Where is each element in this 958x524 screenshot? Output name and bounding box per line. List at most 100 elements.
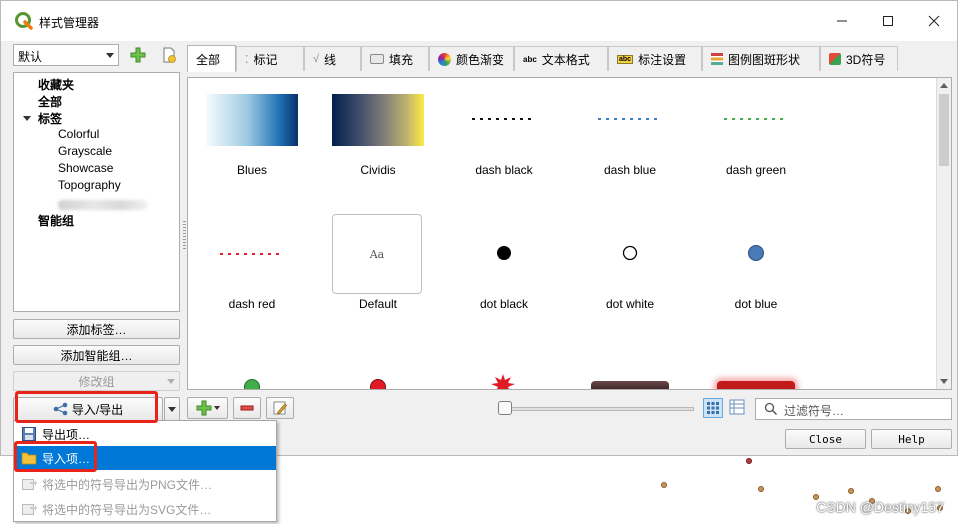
help-button[interactable]: Help [871, 429, 952, 449]
dark-fill-preview [591, 381, 669, 389]
symbol-item[interactable]: Blues [198, 92, 306, 184]
import-export-label: 导入/导出 [71, 402, 124, 417]
glow-fill-preview [717, 381, 795, 389]
tree-item-colorful[interactable]: Colorful [58, 127, 99, 141]
label-settings-icon: abc [617, 54, 634, 64]
new-library-file-icon[interactable] [160, 46, 178, 64]
add-symbol-button[interactable] [187, 397, 228, 419]
tree-item-grayscale[interactable]: Grayscale [58, 144, 112, 158]
expand-arrow-icon[interactable] [23, 116, 31, 121]
symbol-label: dash red [228, 297, 276, 311]
tab-label: 图例图斑形状 [728, 52, 801, 67]
symbol-item[interactable]: dash black [450, 92, 558, 184]
dot-blue-preview [748, 245, 764, 261]
text-sample: Aa [369, 247, 385, 261]
redacted-tree-item [58, 200, 148, 210]
menu-item-label: 导出项… [42, 427, 91, 442]
close-window-button[interactable] [911, 1, 957, 41]
dash-green-preview [724, 118, 788, 120]
menu-item-import[interactable]: 导入项… [15, 446, 276, 470]
chevron-down-icon [106, 53, 114, 58]
tree-item-favorites[interactable]: 收藏夹 [38, 76, 74, 93]
menu-item-label: 导入项… [42, 451, 91, 466]
map-point [746, 458, 752, 464]
chevron-down-icon [167, 379, 175, 384]
chevron-down-icon [168, 406, 176, 412]
list-view-button[interactable] [728, 398, 748, 418]
list-view-icon [729, 399, 745, 415]
tab-legend-patch[interactable]: 图例图斑形状 [702, 46, 820, 71]
close-button[interactable]: Close [785, 429, 866, 449]
icon-size-slider-handle[interactable] [498, 401, 512, 415]
tab-label: 3D符号 [846, 52, 886, 67]
group-tree[interactable]: 收藏夹 全部 标签 Colorful Grayscale Showcase To… [13, 72, 180, 312]
map-point [848, 488, 854, 494]
symbol-label: Default [358, 297, 398, 311]
tab-3d-symbol[interactable]: 3D符号 [820, 46, 898, 71]
tab-marker[interactable]: ⁚ 标记 [236, 46, 304, 71]
tab-label: 标记 [253, 52, 278, 67]
tab-label: 文本格式 [541, 52, 590, 67]
modify-group-button[interactable]: 修改组 [13, 371, 180, 391]
symbol-label: Cividis [360, 163, 396, 177]
tree-item-smart-groups[interactable]: 智能组 [38, 212, 74, 229]
minimize-button[interactable] [819, 1, 865, 41]
tab-label-settings[interactable]: abc 标注设置 [608, 46, 702, 71]
panel-splitter-handle[interactable] [183, 221, 186, 251]
import-export-button[interactable]: 导入/导出 [13, 397, 163, 421]
icon-size-slider-track[interactable] [501, 407, 694, 411]
cividis-ramp-preview [332, 94, 424, 146]
chevron-down-icon [213, 406, 220, 410]
symbol-item[interactable]: dot blue [702, 214, 810, 311]
menu-item-label: 将选中的符号导出为SVG文件… [42, 502, 212, 517]
tab-text-format[interactable]: abc 文本格式 [514, 46, 608, 71]
symbol-item[interactable]: Cividis [324, 92, 432, 184]
symbol-item[interactable]: Aa Default [324, 214, 432, 311]
add-tag-button[interactable]: 添加标签… [13, 319, 180, 339]
maximize-button[interactable] [865, 1, 911, 41]
dot-green-preview [244, 379, 260, 389]
edit-symbol-button[interactable] [266, 397, 294, 419]
symbol-item[interactable]: dot white [576, 214, 684, 311]
scroll-down-icon[interactable] [940, 379, 948, 384]
grid-vertical-scrollbar[interactable] [936, 78, 951, 389]
scroll-thumb[interactable] [939, 94, 949, 166]
close-icon [928, 15, 940, 27]
tab-color-ramp[interactable]: 颜色渐变 [429, 46, 514, 71]
symbol-item[interactable]: dash red [198, 214, 306, 311]
text-format-preview: Aa [332, 214, 422, 294]
add-library-icon[interactable] [129, 46, 147, 64]
tree-item-all[interactable]: 全部 [38, 93, 62, 110]
symbol-item[interactable]: dot black [450, 214, 558, 311]
icon-view-button[interactable] [703, 398, 723, 418]
style-library-select[interactable]: 默认 [13, 44, 119, 66]
export-svg-icon [21, 501, 37, 517]
remove-symbol-button[interactable] [233, 397, 261, 419]
symbol-label: Blues [236, 163, 268, 177]
edit-icon [273, 401, 288, 415]
tab-fill[interactable]: 填充 [361, 46, 429, 71]
export-png-icon [21, 476, 37, 492]
menu-item-export[interactable]: 导出项… [15, 422, 276, 446]
tree-item-topography[interactable]: Topography [58, 178, 121, 192]
tab-line[interactable]: √ 线 [304, 46, 361, 71]
tree-item-showcase[interactable]: Showcase [58, 161, 113, 175]
tab-all[interactable]: 全部 [187, 45, 236, 72]
add-smart-group-button[interactable]: 添加智能组… [13, 345, 180, 365]
symbol-label: dash blue [603, 163, 657, 177]
symbol-item[interactable]: dash blue [576, 92, 684, 184]
map-point [758, 486, 764, 492]
symbol-label: dash black [475, 163, 533, 177]
symbol-grid[interactable]: Blues Cividis dash black dash blue dash … [187, 77, 952, 390]
style-library-value: 默认 [18, 50, 43, 64]
menu-item-export-svg[interactable]: 将选中的符号导出为SVG文件… [15, 497, 276, 521]
3d-symbol-icon [829, 53, 841, 65]
symbol-item[interactable]: dash green [702, 92, 810, 184]
tree-item-tags[interactable]: 标签 [38, 110, 62, 127]
dash-red-preview [220, 253, 284, 255]
menu-item-export-png[interactable]: 将选中的符号导出为PNG文件… [15, 472, 276, 496]
filter-symbols-input[interactable]: 过滤符号… [755, 398, 952, 420]
window-title: 样式管理器 [39, 16, 100, 30]
scroll-up-icon[interactable] [940, 83, 948, 88]
import-export-dropdown-button[interactable] [164, 397, 180, 421]
